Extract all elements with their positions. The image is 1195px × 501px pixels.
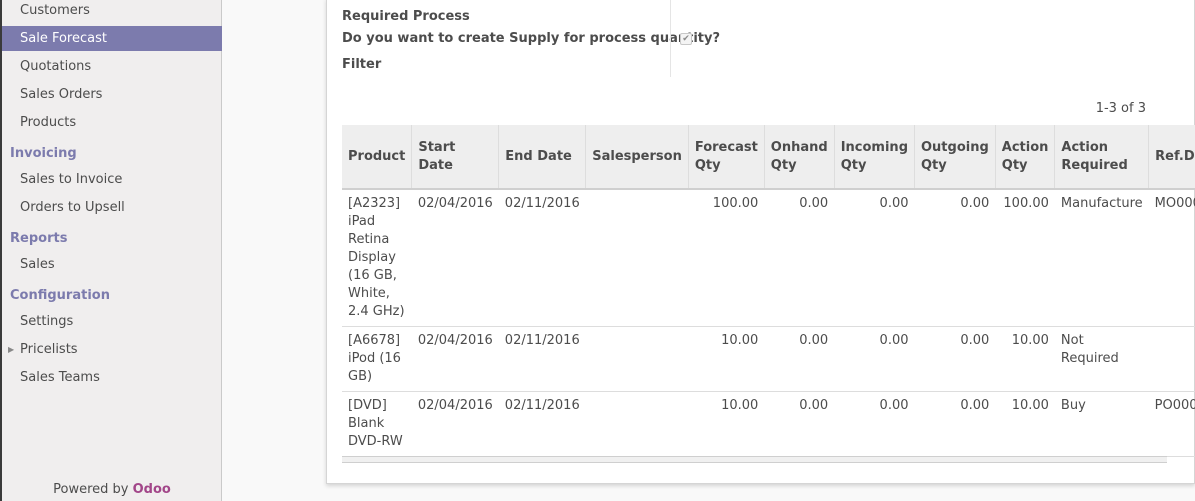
pager[interactable]: 1-3 of 3 [1096, 101, 1146, 116]
table-row[interactable]: [A2323] iPad Retina Display (16 GB, Whit… [342, 189, 1195, 327]
table-row[interactable]: [DVD] Blank DVD-RW 02/04/2016 02/11/2016… [342, 391, 1195, 457]
create-supply-checkbox[interactable]: ✔ [680, 33, 692, 45]
cell-onhand-qty: 0.00 [764, 189, 835, 327]
cell-end-date: 02/11/2016 [498, 326, 586, 392]
sidebar-item-label: Pricelists [20, 342, 78, 357]
main-content: Required Process Do you want to create S… [222, 0, 1195, 501]
section-reports: Reports [10, 231, 68, 246]
cell-product: [A6678] iPod (16 GB) [342, 326, 412, 392]
cell-salesperson [585, 326, 689, 392]
col-start-date[interactable]: Start Date [411, 125, 500, 190]
section-invoicing: Invoicing [10, 146, 77, 161]
forecast-table: Product Start Date End Date Salesperson … [342, 125, 1195, 457]
cell-ref-doc-no: MO00007 [1148, 189, 1195, 327]
col-onhand-qty[interactable]: Onhand Qty [764, 125, 835, 190]
cell-forecast-qty: 10.00 [688, 326, 765, 392]
cell-action-required: Buy [1054, 391, 1149, 457]
sidebar-item-sales-to-invoice[interactable]: Sales to Invoice [2, 167, 222, 192]
cell-action-required: Manufacture [1054, 189, 1149, 327]
col-action-required[interactable]: Action Required [1054, 125, 1150, 190]
required-process-label: Required Process [342, 9, 470, 24]
col-outgoing-qty[interactable]: Outgoing Qty [914, 125, 996, 190]
form-sheet: Required Process Do you want to create S… [326, 0, 1195, 484]
sidebar-item-sale-forecast[interactable]: Sale Forecast [2, 26, 222, 51]
cell-action-qty: 10.00 [995, 326, 1055, 392]
cell-onhand-qty: 0.00 [764, 391, 835, 457]
cell-action-qty: 100.00 [995, 189, 1055, 327]
sidebar-item-products[interactable]: Products [2, 110, 222, 135]
table-header-row: Product Start Date End Date Salesperson … [342, 125, 1195, 190]
field-divider [670, 0, 671, 77]
sidebar-item-sales-orders[interactable]: Sales Orders [2, 82, 222, 107]
sidebar-item-customers[interactable]: Customers [2, 0, 222, 23]
cell-onhand-qty: 0.00 [764, 326, 835, 392]
col-salesperson[interactable]: Salesperson [585, 125, 689, 190]
sidebar-item-sales[interactable]: Sales [2, 252, 222, 277]
cell-product: [DVD] Blank DVD-RW [342, 391, 412, 457]
col-incoming-qty[interactable]: Incoming Qty [834, 125, 916, 190]
sidebar-item-quotations[interactable]: Quotations [2, 54, 222, 79]
cell-start-date: 02/04/2016 [411, 326, 499, 392]
cell-start-date: 02/04/2016 [411, 391, 499, 457]
cell-product: [A2323] iPad Retina Display (16 GB, Whit… [342, 189, 412, 327]
col-product[interactable]: Product [342, 125, 413, 190]
section-configuration: Configuration [10, 288, 110, 303]
powered-by-label: Powered by [53, 482, 129, 497]
cell-salesperson [585, 391, 689, 457]
table-row[interactable]: [A6678] iPod (16 GB) 02/04/2016 02/11/20… [342, 326, 1195, 392]
col-action-qty[interactable]: Action Qty [995, 125, 1056, 190]
sidebar-item-orders-to-upsell[interactable]: Orders to Upsell [2, 195, 222, 220]
cell-incoming-qty: 0.00 [834, 391, 915, 457]
filter-label: Filter [342, 57, 382, 72]
sidebar: Customers Sale Forecast Quotations Sales… [0, 0, 222, 501]
caret-right-icon[interactable]: ▶ [8, 337, 14, 362]
powered-by: Powered by Odoo [2, 482, 222, 497]
cell-action-qty: 10.00 [995, 391, 1055, 457]
cell-start-date: 02/04/2016 [411, 189, 499, 327]
cell-ref-doc-no: PO00011 [1148, 391, 1195, 457]
cell-outgoing-qty: 0.00 [914, 391, 996, 457]
cell-end-date: 02/11/2016 [498, 391, 586, 457]
cell-forecast-qty: 100.00 [688, 189, 765, 327]
table-footer [342, 456, 1167, 463]
sidebar-item-settings[interactable]: Settings [2, 309, 222, 334]
cell-outgoing-qty: 0.00 [914, 326, 996, 392]
col-ref-doc-no[interactable]: Ref.Doc.No. [1148, 125, 1195, 190]
col-end-date[interactable]: End Date [498, 125, 587, 190]
cell-end-date: 02/11/2016 [498, 189, 586, 327]
cell-outgoing-qty: 0.00 [914, 189, 996, 327]
sidebar-item-pricelists[interactable]: ▶ Pricelists [2, 337, 222, 362]
cell-action-required: Not Required [1054, 326, 1149, 392]
cell-incoming-qty: 0.00 [834, 326, 915, 392]
col-forecast-qty[interactable]: Forecast Qty [688, 125, 765, 190]
odoo-link[interactable]: Odoo [133, 482, 171, 497]
cell-incoming-qty: 0.00 [834, 189, 915, 327]
cell-forecast-qty: 10.00 [688, 391, 765, 457]
sidebar-item-sales-teams[interactable]: Sales Teams [2, 365, 222, 390]
create-supply-label: Do you want to create Supply for process… [342, 31, 721, 46]
cell-ref-doc-no [1148, 326, 1195, 392]
cell-salesperson [585, 189, 689, 327]
